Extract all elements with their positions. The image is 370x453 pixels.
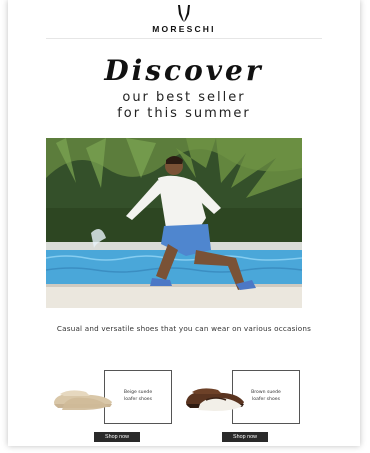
- brown-loafer-image[interactable]: [180, 382, 250, 419]
- brand-name[interactable]: MORESCHI: [8, 24, 360, 34]
- description: Casual and versatile shoes that you can …: [56, 324, 312, 333]
- subheadline-line-1: our best seller: [122, 90, 246, 105]
- shop-now-button[interactable]: Shop now: [94, 432, 140, 442]
- beige-loafer-image[interactable]: [50, 384, 116, 419]
- product-name-line-2: loafer shoes: [251, 397, 281, 402]
- product-name-line-2: loafer shoes: [123, 397, 153, 402]
- header: MORESCHI: [8, 4, 360, 34]
- subheadline-line-2: for this summer: [117, 106, 251, 121]
- shop-now-button[interactable]: Shop now: [222, 432, 268, 442]
- product-label: Beige suede loafer shoes: [113, 389, 163, 403]
- product-card-beige: Beige suede loafer shoes Shop now: [48, 368, 198, 453]
- moreschi-logo-icon[interactable]: [8, 4, 360, 23]
- header-divider: [46, 38, 322, 39]
- product-name-line-1: Beige suede: [123, 390, 153, 395]
- email-card: MORESCHI Discover our best seller for th…: [8, 0, 360, 446]
- product-name-line-1: Brown suede: [251, 390, 281, 395]
- headline: Discover: [104, 54, 264, 87]
- hero-image[interactable]: [46, 138, 302, 308]
- product-card-brown: Brown suede loafer shoes Shop now: [180, 368, 330, 453]
